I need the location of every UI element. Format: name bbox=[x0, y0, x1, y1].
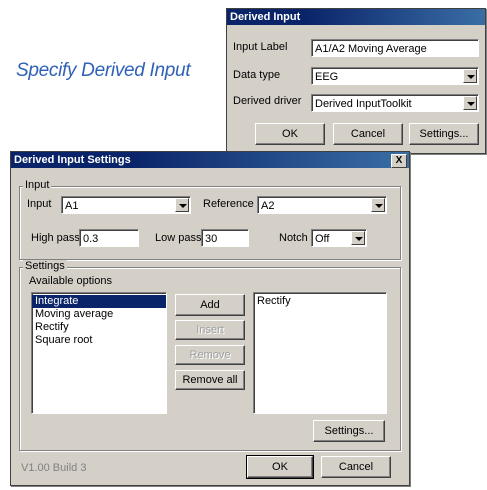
input-label-field[interactable]: A1/A2 Moving Average bbox=[311, 39, 479, 57]
list-item[interactable]: Rectify bbox=[32, 321, 166, 334]
add-button[interactable]: Add bbox=[175, 294, 245, 316]
derived-driver-select[interactable]: Derived InputToolkit bbox=[311, 94, 479, 112]
selected-options-list[interactable]: Rectify bbox=[253, 292, 387, 414]
ok-button[interactable]: OK bbox=[246, 455, 314, 479]
reference-select-value: A2 bbox=[261, 200, 275, 212]
list-item[interactable]: Rectify bbox=[254, 295, 386, 308]
insert-button[interactable]: Insert bbox=[175, 320, 245, 340]
input-label-label: Input Label bbox=[233, 41, 288, 53]
cancel-button[interactable]: Cancel bbox=[333, 123, 403, 145]
derived-input-title: Derived Input bbox=[230, 11, 301, 23]
close-icon[interactable]: X bbox=[391, 154, 407, 168]
data-type-value: EEG bbox=[315, 71, 339, 83]
highpass-label: High pass bbox=[31, 232, 80, 244]
cancel-button[interactable]: Cancel bbox=[321, 456, 391, 478]
list-item[interactable]: Square root bbox=[32, 334, 166, 347]
list-item[interactable]: Integrate bbox=[32, 295, 166, 308]
chevron-down-icon[interactable] bbox=[371, 198, 385, 212]
lowpass-input[interactable]: 30 bbox=[201, 229, 249, 247]
settings-button[interactable]: Settings... bbox=[409, 123, 479, 145]
data-type-label: Data type bbox=[233, 69, 281, 81]
settings-title: Derived Input Settings bbox=[14, 154, 131, 166]
settings-button[interactable]: Settings... bbox=[313, 420, 385, 442]
derived-driver-label: Derived driver bbox=[233, 95, 302, 107]
reference-label: Reference bbox=[203, 198, 254, 210]
reference-select[interactable]: A2 bbox=[257, 196, 387, 214]
remove-button[interactable]: Remove bbox=[175, 345, 245, 365]
highpass-input[interactable]: 0.3 bbox=[79, 229, 139, 247]
available-options-label: Available options bbox=[29, 275, 112, 287]
derived-input-settings-dialog: Derived Input Settings X Input Input A1 … bbox=[10, 151, 410, 486]
settings-group-label: Settings bbox=[23, 260, 67, 272]
derived-driver-value: Derived InputToolkit bbox=[315, 98, 412, 110]
ok-button[interactable]: OK bbox=[255, 123, 325, 145]
derived-input-titlebar: Derived Input bbox=[227, 9, 485, 25]
input-select-value: A1 bbox=[65, 200, 79, 212]
remove-all-button[interactable]: Remove all bbox=[175, 370, 245, 390]
chevron-down-icon[interactable] bbox=[463, 96, 477, 110]
version-label: V1.00 Build 3 bbox=[21, 462, 87, 474]
lowpass-label: Low pass bbox=[155, 232, 202, 244]
chevron-down-icon[interactable] bbox=[351, 231, 365, 245]
chevron-down-icon[interactable] bbox=[175, 198, 189, 212]
notch-label: Notch bbox=[279, 232, 308, 244]
notch-select-value: Off bbox=[315, 233, 330, 245]
input-select[interactable]: A1 bbox=[61, 196, 191, 214]
page-caption: Specify Derived Input bbox=[16, 60, 191, 81]
list-item[interactable]: Moving average bbox=[32, 308, 166, 321]
data-type-select[interactable]: EEG bbox=[311, 67, 479, 85]
input-group-label: Input bbox=[23, 179, 52, 191]
settings-titlebar: Derived Input Settings X bbox=[11, 152, 409, 168]
derived-input-dialog: Derived Input Input Label A1/A2 Moving A… bbox=[226, 8, 486, 154]
available-options-list[interactable]: Integrate Moving average Rectify Square … bbox=[31, 292, 167, 414]
input-label: Input bbox=[27, 198, 52, 210]
chevron-down-icon[interactable] bbox=[463, 69, 477, 83]
notch-select[interactable]: Off bbox=[311, 229, 367, 247]
